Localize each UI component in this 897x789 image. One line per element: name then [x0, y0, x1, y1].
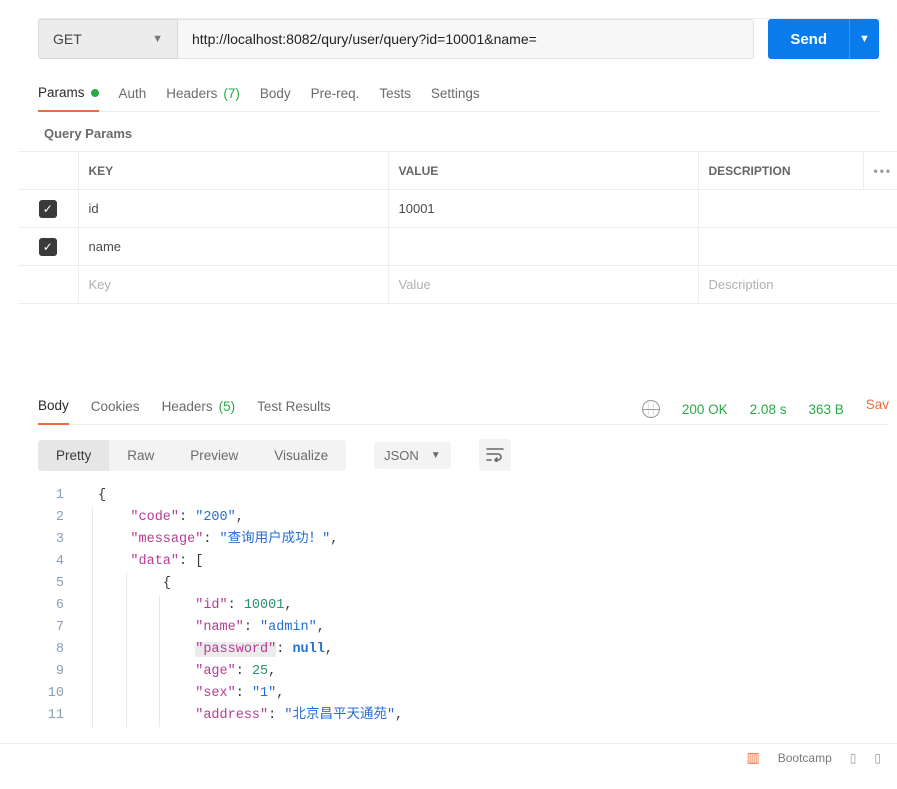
tab-body[interactable]: Body — [260, 82, 291, 111]
response-time: 2.08 s — [750, 402, 787, 417]
view-visualize[interactable]: Visualize — [256, 440, 346, 471]
panel-icon[interactable]: ▯ — [850, 751, 857, 765]
query-params-title: Query Params — [44, 126, 879, 141]
param-checkbox[interactable]: ✓ — [39, 238, 57, 256]
save-response-button[interactable]: Sav — [866, 397, 889, 422]
table-header-row: KEY VALUE DESCRIPTION ••• — [18, 152, 897, 190]
param-checkbox[interactable]: ✓ — [39, 200, 57, 218]
tab-auth[interactable]: Auth — [119, 82, 147, 111]
col-description: DESCRIPTION — [698, 152, 863, 190]
query-params-table: KEY VALUE DESCRIPTION ••• ✓ ✓ — [18, 151, 897, 304]
resp-headers-label: Headers — [162, 399, 213, 414]
bootcamp-label[interactable]: Bootcamp — [778, 751, 832, 765]
col-value: VALUE — [388, 152, 698, 190]
headers-count: (7) — [223, 86, 240, 101]
param-value-input[interactable] — [399, 190, 688, 227]
dot-icon — [91, 89, 99, 97]
format-label: JSON — [384, 448, 419, 463]
send-dropdown-button[interactable]: ▼ — [849, 19, 879, 59]
table-row-empty — [18, 266, 897, 304]
http-method-label: GET — [53, 31, 82, 47]
resp-tab-cookies[interactable]: Cookies — [91, 395, 140, 424]
http-method-dropdown[interactable]: GET ▼ — [38, 19, 178, 59]
resp-headers-count: (5) — [219, 399, 236, 414]
param-key-input[interactable] — [89, 266, 378, 303]
table-row: ✓ — [18, 228, 897, 266]
url-input[interactable]: http://localhost:8082/qury/user/query?id… — [178, 19, 754, 59]
status-code: 200 OK — [682, 402, 728, 417]
param-value-input[interactable] — [399, 266, 688, 303]
tab-headers[interactable]: Headers (7) — [166, 82, 240, 111]
view-raw[interactable]: Raw — [109, 440, 172, 471]
param-key-input[interactable] — [89, 228, 378, 265]
response-size: 363 B — [808, 402, 843, 417]
tab-params[interactable]: Params — [38, 81, 99, 112]
chevron-down-icon: ▼ — [431, 450, 441, 461]
view-preview[interactable]: Preview — [172, 440, 256, 471]
body-view-mode: Pretty Raw Preview Visualize — [38, 440, 346, 471]
more-icon[interactable]: ••• — [874, 164, 893, 178]
table-row: ✓ — [18, 190, 897, 228]
tab-prereq[interactable]: Pre-req. — [311, 82, 360, 111]
panel-icon-2[interactable]: ▯ — [874, 751, 881, 765]
param-desc-input[interactable] — [709, 190, 888, 227]
tab-settings[interactable]: Settings — [431, 82, 480, 111]
param-desc-input[interactable] — [709, 228, 888, 265]
format-dropdown[interactable]: JSON ▼ — [374, 442, 451, 469]
globe-icon[interactable] — [642, 400, 660, 418]
tab-tests[interactable]: Tests — [379, 82, 411, 111]
param-desc-input[interactable] — [709, 266, 888, 303]
param-value-input[interactable] — [399, 228, 688, 265]
chevron-down-icon: ▼ — [152, 33, 163, 45]
resp-tab-tests[interactable]: Test Results — [257, 395, 331, 424]
tab-headers-label: Headers — [166, 86, 217, 101]
wrap-lines-button[interactable] — [479, 439, 511, 471]
code-token: { — [98, 488, 106, 503]
param-key-input[interactable] — [89, 190, 378, 227]
resp-tab-body[interactable]: Body — [38, 394, 69, 425]
col-key: KEY — [78, 152, 388, 190]
view-pretty[interactable]: Pretty — [38, 440, 109, 471]
tab-params-label: Params — [38, 85, 85, 100]
send-button[interactable]: Send — [768, 19, 849, 59]
resp-tab-headers[interactable]: Headers (5) — [162, 395, 236, 424]
url-text: http://localhost:8082/qury/user/query?id… — [192, 31, 537, 47]
bootcamp-icon[interactable]: ▥ — [747, 749, 760, 766]
response-body[interactable]: 1{ 2 "code": "200", 3 "message": "查询用户成功… — [38, 485, 897, 727]
status-bar: ▥ Bootcamp ▯ ▯ — [0, 743, 897, 771]
